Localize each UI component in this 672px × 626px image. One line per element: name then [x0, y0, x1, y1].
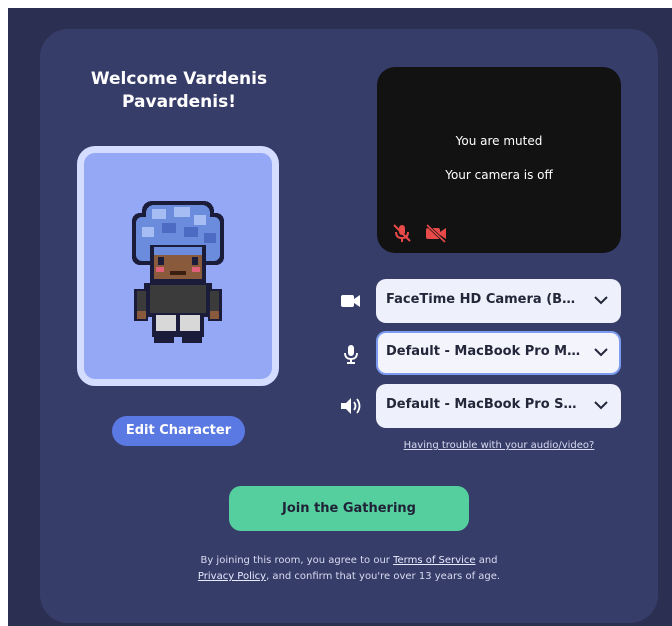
- legal-text-part-2: and: [478, 555, 498, 566]
- microphone-select[interactable]: Default - MacBook Pro Microphone: [376, 331, 621, 375]
- pixel-character-avatar-icon: [132, 201, 224, 343]
- legal-notice: By joining this room, you agree to our T…: [150, 553, 548, 585]
- camera-select[interactable]: FaceTime HD Camera (Built-in): [376, 279, 621, 323]
- video-preview: You are muted Your camera is off: [377, 67, 621, 253]
- video-camera-icon: [341, 295, 360, 307]
- welcome-line-2: Pavardenis!: [122, 92, 236, 112]
- legal-text-part-1: By joining this room, you agree to our: [200, 555, 390, 566]
- troubleshoot-av-link[interactable]: Having trouble with your audio/video?: [377, 440, 621, 451]
- avatar-preview: [77, 146, 279, 386]
- welcome-heading: Welcome Vardenis Pavardenis!: [80, 68, 278, 114]
- chevron-down-icon: [594, 296, 608, 305]
- privacy-policy-link[interactable]: Privacy Policy: [198, 571, 266, 582]
- camera-off-icon[interactable]: [424, 223, 448, 243]
- camera-select-value: FaceTime HD Camera (Built-in): [386, 292, 582, 307]
- speaker-select-value: Default - MacBook Pro Speakers: [386, 397, 582, 412]
- edit-character-button[interactable]: Edit Character: [112, 416, 245, 446]
- microphone-select-value: Default - MacBook Pro Microphone: [386, 344, 582, 359]
- microphone-icon: [344, 345, 358, 364]
- welcome-line-1: Welcome Vardenis: [90, 69, 268, 89]
- join-gathering-button[interactable]: Join the Gathering: [229, 486, 469, 531]
- camera-off-status-text: Your camera is off: [445, 168, 553, 182]
- chevron-down-icon: [594, 348, 608, 357]
- speaker-select[interactable]: Default - MacBook Pro Speakers: [376, 384, 621, 428]
- chevron-down-icon: [594, 401, 608, 410]
- speaker-icon: [341, 398, 361, 414]
- terms-of-service-link[interactable]: Terms of Service: [393, 555, 475, 566]
- muted-status-text: You are muted: [455, 134, 543, 148]
- legal-text-part-3: , and confirm that you're over 13 years …: [266, 571, 501, 582]
- mic-off-icon[interactable]: [391, 222, 413, 244]
